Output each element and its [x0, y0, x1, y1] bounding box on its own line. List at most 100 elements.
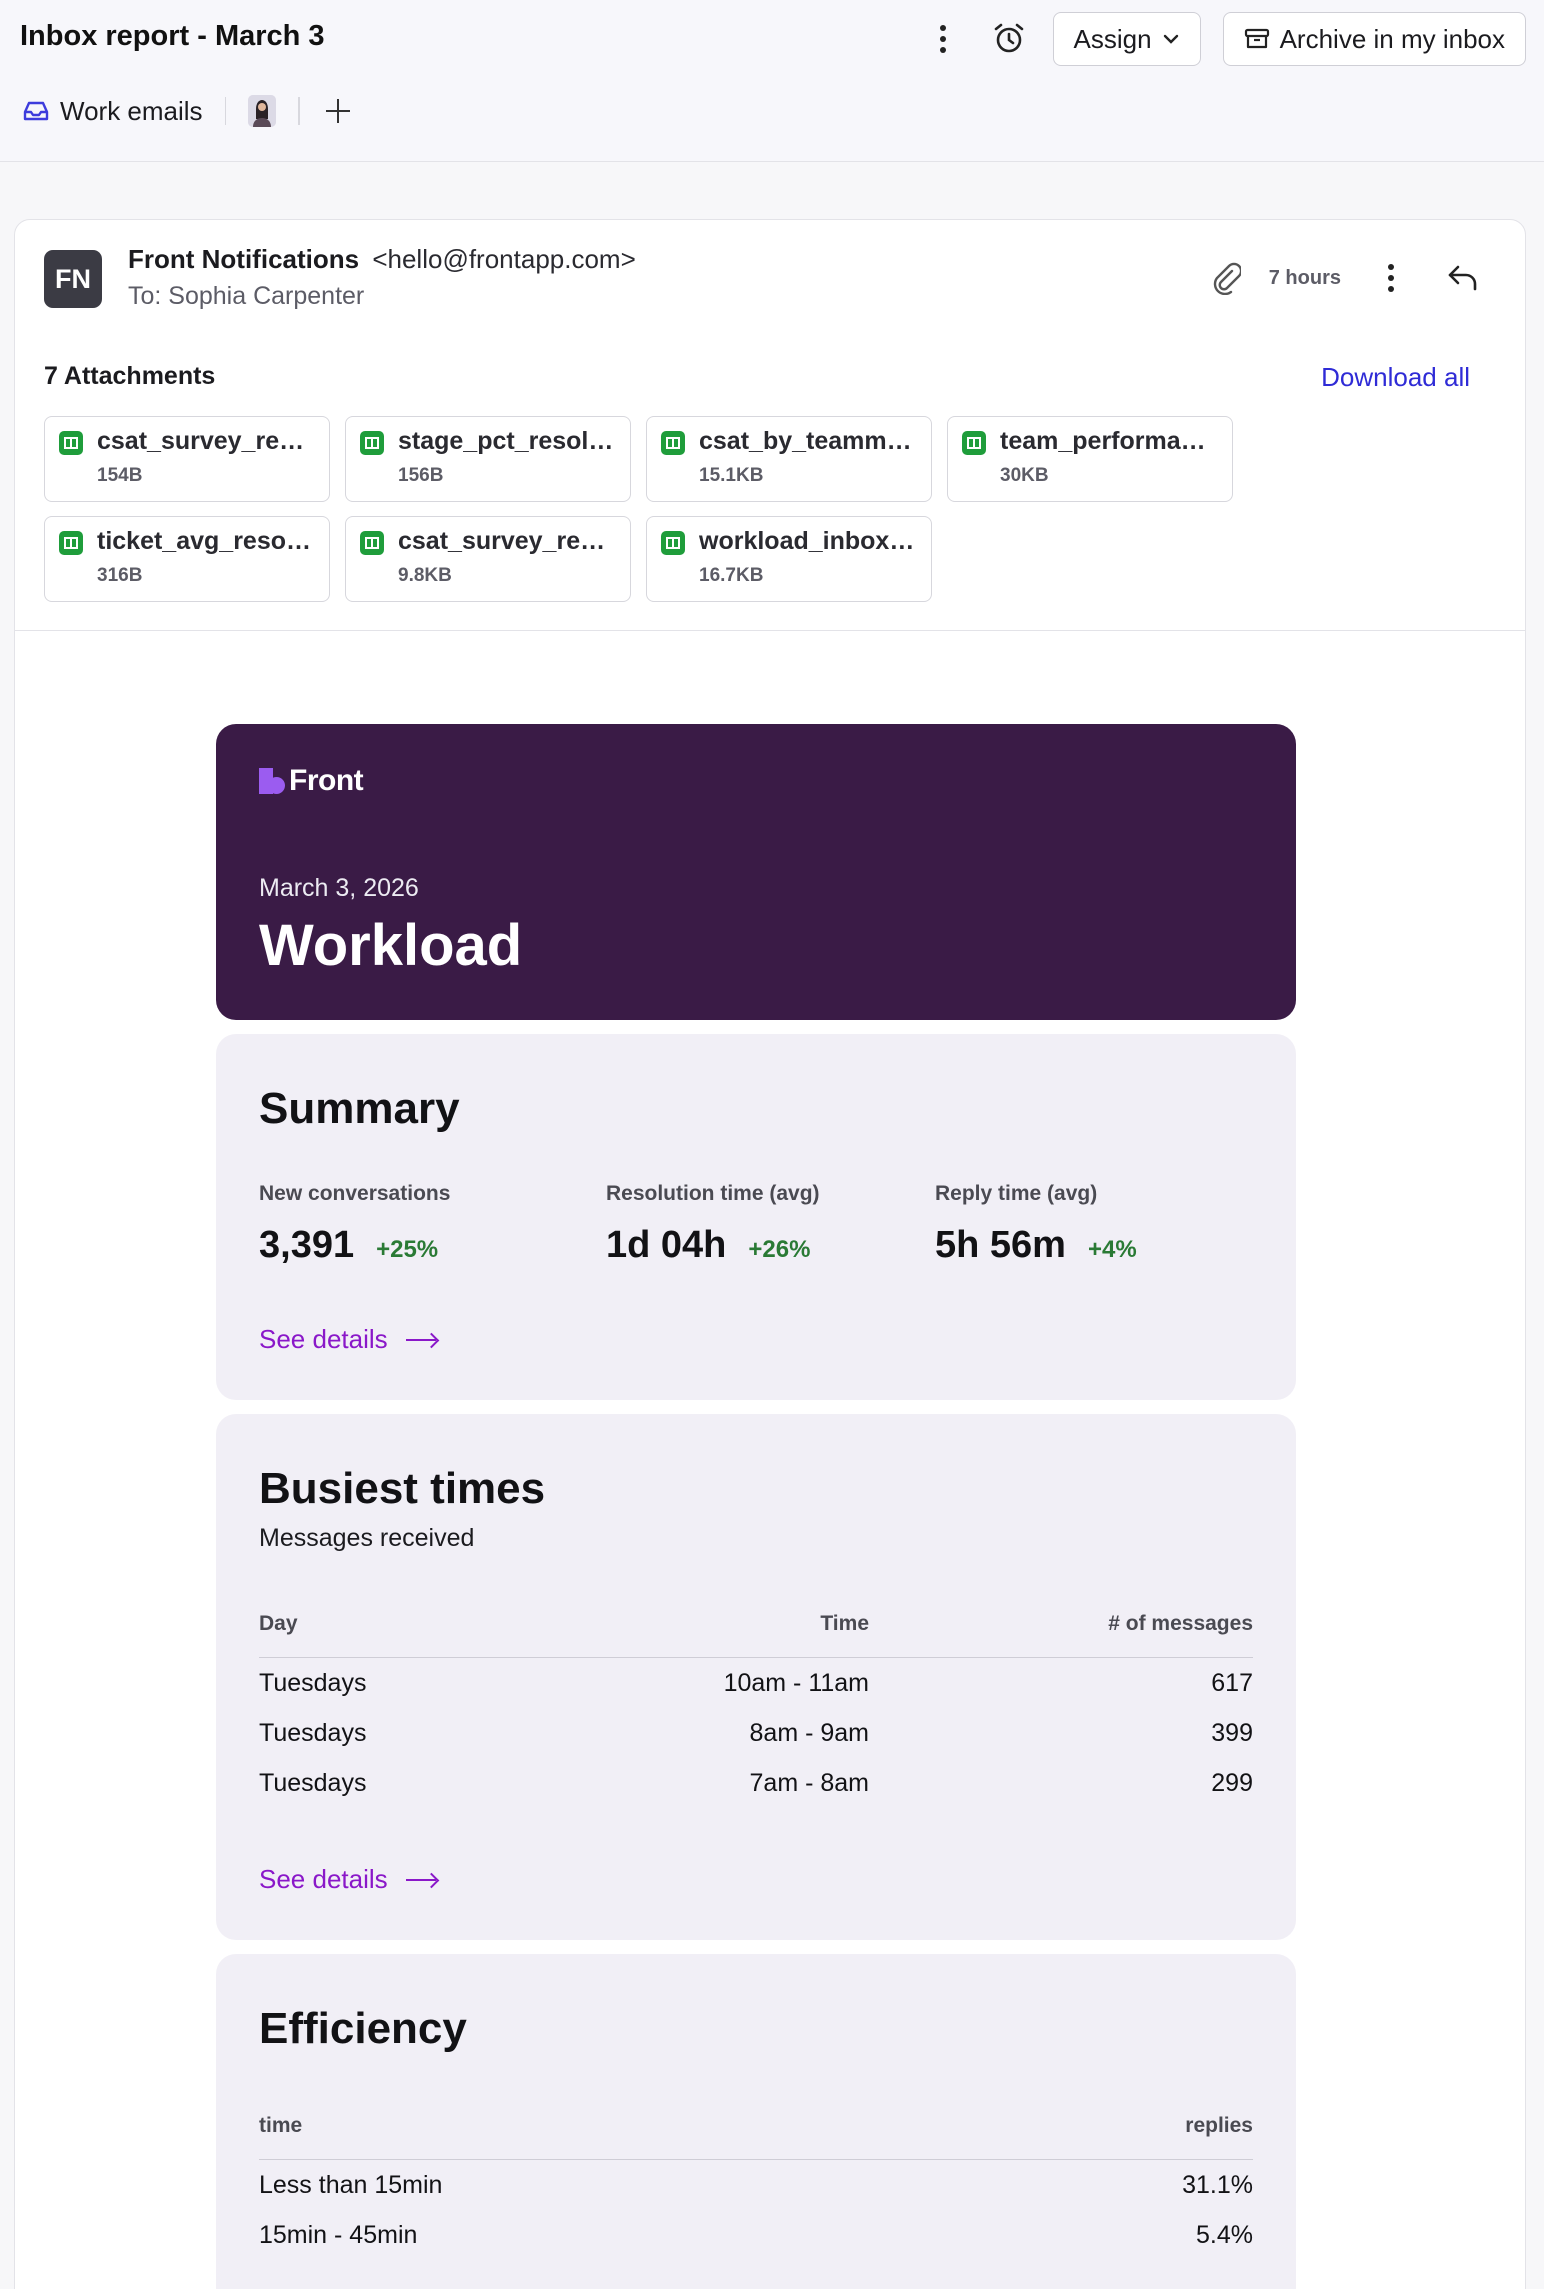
report-date: March 3, 2026 [259, 874, 419, 902]
spreadsheet-icon [59, 431, 83, 455]
download-all-link[interactable]: Download all [1321, 362, 1470, 393]
attachment-name: workload_inbox.csv [699, 527, 917, 555]
snooze-alarm-icon[interactable] [987, 17, 1031, 61]
divider [224, 97, 227, 125]
attachment-size: 316B [97, 565, 143, 586]
stat-delta: +4% [1087, 1236, 1137, 1263]
recipient: To: Sophia Carpenter [128, 282, 365, 310]
front-logo: Front [259, 764, 364, 798]
sender-name[interactable]: Front Notifications [128, 244, 359, 274]
sender-email: <hello@frontapp.com> [372, 244, 636, 274]
column-header: # of messages [1108, 1612, 1253, 1635]
attachment-name: csat_by_teammate.csv [699, 427, 917, 455]
busiest-times-section: Busiest times Messages received Day Time… [216, 1414, 1296, 1940]
see-details-link[interactable]: See details [259, 1864, 438, 1895]
front-logo-text: Front [289, 764, 364, 797]
reply-icon[interactable] [1441, 256, 1485, 300]
front-logo-icon [259, 768, 285, 794]
message-meta: 7 hours [1211, 254, 1485, 302]
attachments-count: 7 Attachments [44, 362, 216, 390]
stat-delta: +25% [376, 1236, 439, 1263]
assign-button[interactable]: Assign [1052, 12, 1201, 66]
attachment-name: ticket_avg_resolution.csv [97, 527, 315, 555]
efficiency-table: time replies Less than 15min 31.1% 15min… [259, 2114, 1253, 2260]
stat-resolution-time: Resolution time (avg) 1d 04h +26% [606, 1182, 820, 1267]
table-cell: 15min - 45min [259, 2220, 418, 2249]
stat-label: New conversations [259, 1182, 451, 1205]
attachment-size: 15.1KB [699, 465, 764, 486]
table-cell: 299 [1211, 1768, 1253, 1797]
conversation-actions: Assign Archive in my inbox [921, 12, 1526, 66]
attachment-name: team_performance.csv [1000, 427, 1218, 455]
table-cell: Less than 15min [259, 2170, 443, 2199]
teammate-avatar[interactable] [248, 95, 277, 127]
inbox-tag[interactable]: Work emails [22, 96, 225, 127]
message-more-icon[interactable] [1369, 256, 1413, 300]
attachment-size: 9.8KB [398, 565, 452, 586]
attachment-size: 156B [398, 465, 444, 486]
table-cell: 8am - 9am [749, 1718, 869, 1747]
attachment-tile[interactable]: workload_inbox.csv 16.7KB [646, 516, 932, 602]
attachment-tile[interactable]: csat_survey_responses.csv 9.8KB [345, 516, 631, 602]
archive-button[interactable]: Archive in my inbox [1222, 12, 1526, 66]
table-header: time replies [259, 2114, 1253, 2160]
archive-label: Archive in my inbox [1279, 23, 1505, 54]
sender-avatar: FN [44, 250, 102, 308]
divider [298, 97, 300, 125]
more-options-icon[interactable] [921, 17, 965, 61]
inbox-tag-label: Work emails [60, 95, 203, 126]
add-tag-icon[interactable] [322, 95, 354, 127]
see-details-label: See details [259, 1324, 388, 1354]
table-cell: 10am - 11am [723, 1668, 869, 1697]
paperclip-icon [1213, 262, 1241, 295]
attachment-tile[interactable]: csat_survey_responses.csv 154B [44, 416, 330, 502]
table-cell: 31.1% [1182, 2170, 1253, 2199]
arrow-right-icon [405, 1333, 438, 1347]
spreadsheet-icon [360, 531, 384, 555]
report-hero: Front March 3, 2026 Workload [216, 724, 1296, 1020]
stat-value: 5h 56m [935, 1224, 1066, 1266]
table-cell: 617 [1211, 1668, 1253, 1697]
attachment-size: 154B [97, 465, 143, 486]
conversation-title: Inbox report - March 3 [20, 20, 325, 52]
stat-reply-time: Reply time (avg) 5h 56m +4% [935, 1182, 1137, 1267]
conversation-tags: Work emails [22, 92, 354, 130]
attachment-tile[interactable]: csat_by_teammate.csv 15.1KB [646, 416, 932, 502]
spreadsheet-icon [661, 431, 685, 455]
see-details-label: See details [259, 1864, 388, 1894]
attachment-name: stage_pct_resolved.csv [398, 427, 616, 455]
section-title: Summary [259, 1084, 460, 1133]
table-cell: Tuesdays [259, 1768, 367, 1797]
attachment-tile[interactable]: team_performance.csv 30KB [947, 416, 1233, 502]
chevron-down-icon [1163, 34, 1178, 44]
attachment-size: 16.7KB [699, 565, 764, 586]
stat-label: Reply time (avg) [935, 1182, 1098, 1205]
table-cell: Tuesdays [259, 1718, 367, 1747]
see-details-link[interactable]: See details [259, 1324, 438, 1355]
table-cell: 5.4% [1196, 2220, 1253, 2249]
table-header: Day Time # of messages [259, 1612, 1253, 1658]
message-time: 7 hours [1268, 266, 1341, 289]
table-cell: 7am - 8am [749, 1768, 869, 1797]
email-body: Front March 3, 2026 Workload Summary New… [216, 724, 1296, 2289]
arrow-right-icon [405, 1873, 438, 1887]
busiest-times-table: Day Time # of messages Tuesdays 10am - 1… [259, 1612, 1253, 1808]
column-header: Time [820, 1612, 869, 1635]
attachment-tile[interactable]: ticket_avg_resolution.csv 316B [44, 516, 330, 602]
summary-section: Summary New conversations 3,391 +25% Res… [216, 1034, 1296, 1400]
table-row: Tuesdays 7am - 8am 299 [259, 1758, 1253, 1808]
attachments-list: csat_survey_responses.csv 154B stage_pct… [44, 416, 1294, 602]
stat-label: Resolution time (avg) [606, 1182, 820, 1205]
section-subtitle: Messages received [259, 1524, 475, 1552]
table-row: Tuesdays 10am - 11am 617 [259, 1658, 1253, 1708]
section-title: Busiest times [259, 1464, 546, 1513]
table-cell: 399 [1211, 1718, 1253, 1747]
section-title: Efficiency [259, 2004, 467, 2053]
stat-value: 3,391 [259, 1224, 355, 1266]
stat-delta: +26% [748, 1236, 811, 1263]
attachment-tile[interactable]: stage_pct_resolved.csv 156B [345, 416, 631, 502]
attachment-size: 30KB [1000, 465, 1049, 486]
stat-value: 1d 04h [606, 1224, 727, 1266]
table-row: Tuesdays 8am - 9am 399 [259, 1708, 1253, 1758]
spreadsheet-icon [360, 431, 384, 455]
